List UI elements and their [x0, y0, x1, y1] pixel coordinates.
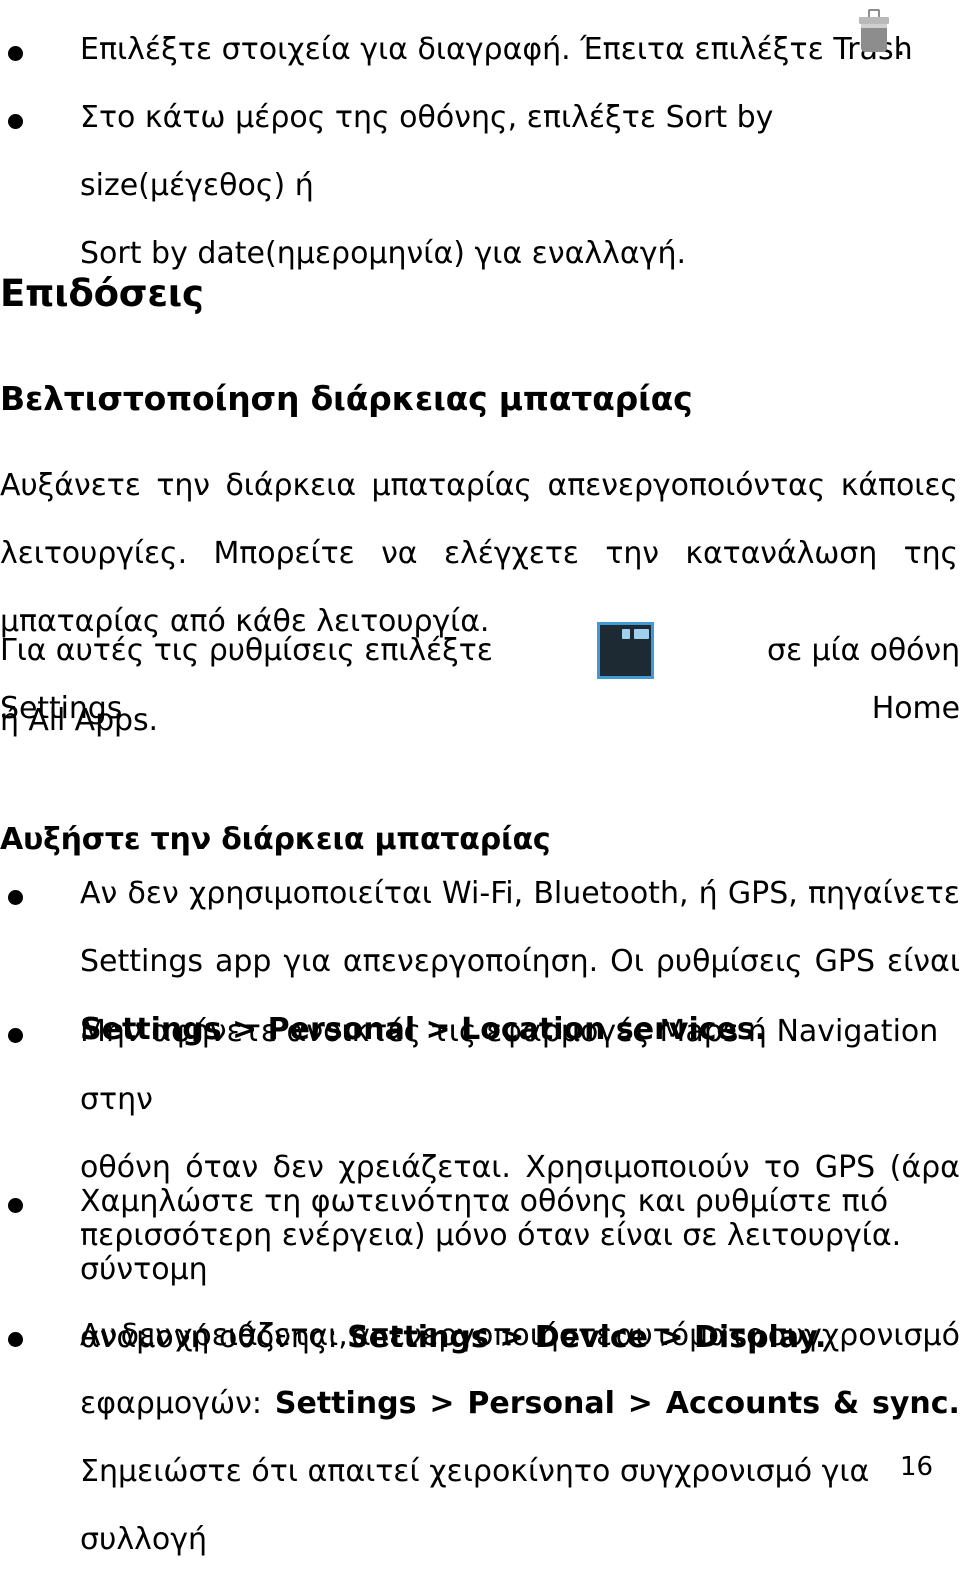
w: δεν: [127, 876, 179, 911]
bb3-line-1: Χαμηλώστε τη φωτεινότητα οθόνης και ρυθμ…: [80, 1184, 889, 1287]
w: αυτόματο: [615, 1318, 765, 1353]
w: >: [627, 1386, 653, 1421]
bb2-line-1: Μην αφήνετε ανοικτές τις εφαρμογές Maps …: [80, 1014, 939, 1117]
w: GPS: [814, 944, 876, 979]
slider-knob-3: [641, 629, 649, 639]
slider-knob-2: [622, 629, 630, 639]
bullet-marker: [8, 1028, 23, 1043]
bullet-marker: [8, 114, 23, 129]
w: για: [283, 944, 331, 979]
bullet-1-trailing-period: .: [896, 28, 906, 63]
w: ρυθμίσεις: [655, 944, 803, 979]
w: χρησιμοποιείται: [188, 876, 432, 911]
w: Αυξάνετε: [0, 468, 141, 503]
w: την: [605, 536, 659, 571]
w: Settings: [80, 944, 204, 979]
bullet-1-line-1: Επιλέξτε στοιχεία για διαγραφή. Έπειτα ε…: [80, 32, 913, 67]
w: της: [903, 536, 958, 571]
w: Wi-Fi,: [442, 876, 524, 911]
w: διάρκεια: [225, 468, 356, 503]
w: να: [381, 536, 418, 571]
w: απενεργοποιήστε: [351, 1318, 613, 1353]
w: app: [214, 944, 272, 979]
w: &: [832, 1386, 860, 1421]
w: χρειάζεται,: [175, 1318, 348, 1353]
w: GPS,: [727, 876, 798, 911]
bb4-line-2-prefix: εφαρμογών:: [80, 1386, 263, 1421]
list-item: Χαμηλώστε τη φωτεινότητα οθόνης και ρυθμ…: [8, 1178, 952, 1355]
settings-sentence-after: σε μία οθόνη Home: [767, 633, 960, 726]
settings-sliders-icon: [597, 622, 654, 679]
bullet-2-line-1: Στο κάτω μέρος της οθόνης, επιλέξτε Sort…: [80, 100, 774, 203]
trash-lid: [859, 17, 889, 24]
list-item: Αν δεν χρειάζεται, απενεργοποιήστε αυτόματο σ…: [8, 1312, 960, 1557]
bullet-marker: [8, 46, 23, 61]
settings-sentence-second-line: ή All Apps.: [0, 703, 158, 738]
w: sync.: [872, 1386, 960, 1421]
trash-can-body: [861, 28, 887, 52]
w: κάποιες: [840, 468, 958, 503]
w: ελέγχετε: [443, 536, 579, 571]
w: Bluetooth,: [533, 876, 689, 911]
trash-icon: [857, 9, 891, 53]
w: λειτουργίες.: [0, 536, 188, 571]
w: κατανάλωση: [685, 536, 878, 571]
list-item-text: Στο κάτω μέρος της οθόνης, επιλέξτε Sort…: [80, 84, 960, 288]
list-item: Στο κάτω μέρος της οθόνης, επιλέξτε Sort…: [8, 94, 952, 271]
bullet-marker: [8, 1332, 23, 1347]
list-item: Επιλέξτε στοιχεία για διαγραφή. Έπειτα ε…: [8, 26, 952, 86]
bullet-marker: [8, 1198, 23, 1213]
w: συγχρονισμό: [767, 1318, 960, 1353]
w: Οι: [610, 944, 644, 979]
w: είναι: [886, 944, 960, 979]
w: μπαταρίας: [371, 468, 532, 503]
w: ή: [698, 876, 718, 911]
bb1-line-2: Settings app για απενεργοποίηση. Οι ρυθμίσεις…: [80, 928, 960, 996]
bullet-marker: [8, 890, 23, 905]
page-number: 16: [900, 1452, 934, 1482]
intro-line-2: λειτουργίες. Μπορείτε να ελέγχετε την κατανάλ…: [0, 520, 958, 588]
w: απενεργοποιόντας: [547, 468, 826, 503]
w: Accounts: [665, 1386, 821, 1421]
w: απενεργοποίηση.: [342, 944, 599, 979]
battery-heading: Αυξήστε την διάρκεια μπαταρίας: [0, 822, 551, 857]
page-title: Επιδόσεις: [0, 272, 204, 315]
document-page: Επιλέξτε στοιχεία για διαγραφή. Έπειτα ε…: [0, 0, 960, 1557]
list-item-text: Αν δεν χρειάζεται, απενεργοποιήστε αυτόματο σ…: [80, 1302, 960, 1574]
subsection-heading: Βελτιστοποίηση διάρκειας μπαταρίας: [0, 379, 693, 418]
bb4-line-3: Σημειώστε ότι απαιτεί χειροκίνητο συγχρο…: [80, 1454, 870, 1557]
bb4-line-2: εφαρμογών: Settings > Personal > Accounts & sy…: [80, 1370, 960, 1438]
w: πηγαίνετε: [807, 876, 960, 911]
bb4-line-1: Αν δεν χρειάζεται, απενεργοποιήστε αυτόματο σ…: [80, 1302, 960, 1370]
list-item-text: Επιλέξτε στοιχεία για διαγραφή. Έπειτα ε…: [80, 16, 952, 84]
w: Μπορείτε: [213, 536, 355, 571]
w: την: [156, 468, 210, 503]
w: >: [429, 1386, 455, 1421]
w: Αν: [80, 876, 118, 911]
w: Personal: [467, 1386, 615, 1421]
w: Αν: [80, 1318, 118, 1353]
intro-line-1: Αυξάνετε την διάρκεια μπαταρίας απενεργοποιό…: [0, 452, 958, 520]
bb1-line-1: Αν δεν χρησιμοποιείται Wi-Fi, Bluetooth, ή GPS…: [80, 860, 960, 928]
w: δεν: [120, 1318, 172, 1353]
w: Settings: [274, 1386, 417, 1421]
